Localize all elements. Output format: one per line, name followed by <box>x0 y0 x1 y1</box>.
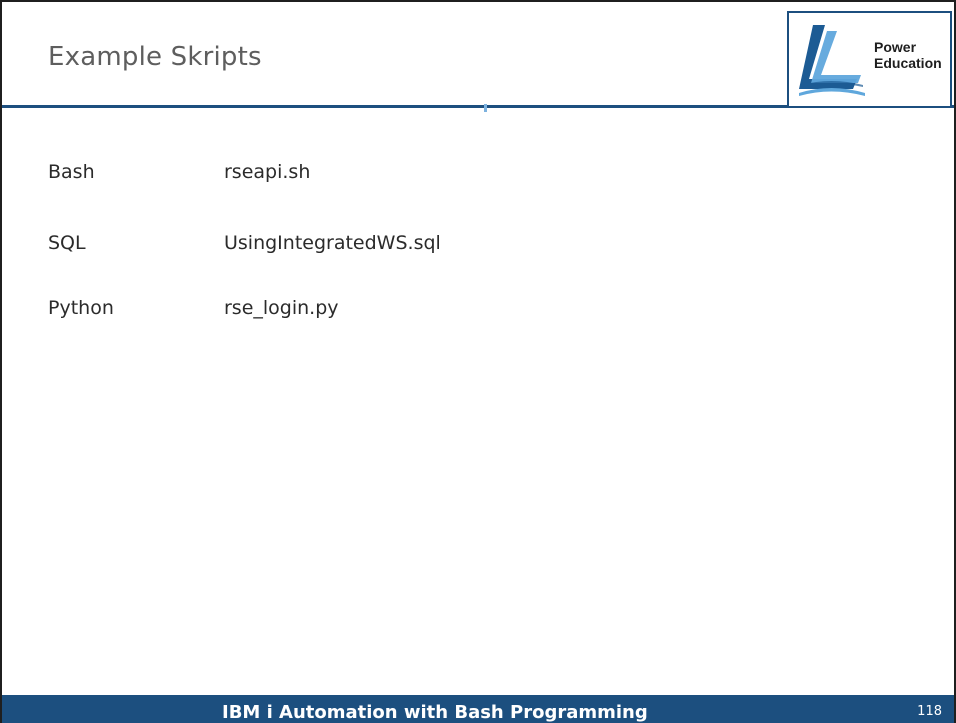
script-file: UsingIntegratedWS.sql <box>224 232 441 254</box>
logo-text: Power Education <box>874 39 942 71</box>
logo-line-1: Power <box>874 39 917 55</box>
script-file: rseapi.sh <box>224 161 311 183</box>
logo: Power Education <box>787 11 952 106</box>
slide-title: Example Skripts <box>48 42 262 72</box>
script-language: Python <box>48 297 114 319</box>
slide-header: Example Skripts Power Education <box>2 2 954 108</box>
book-logo-icon <box>799 25 865 96</box>
script-language: Bash <box>48 161 95 183</box>
script-file: rse_login.py <box>224 297 339 319</box>
slide: Example Skripts Power Education Bash rse… <box>0 0 956 723</box>
header-center-marker <box>484 104 487 112</box>
page-number: 118 <box>917 704 942 719</box>
logo-line-2: Education <box>874 55 942 71</box>
script-language: SQL <box>48 232 86 254</box>
slide-footer: IBM i Automation with Bash Programming 1… <box>2 695 954 723</box>
footer-title: IBM i Automation with Bash Programming <box>222 702 648 723</box>
